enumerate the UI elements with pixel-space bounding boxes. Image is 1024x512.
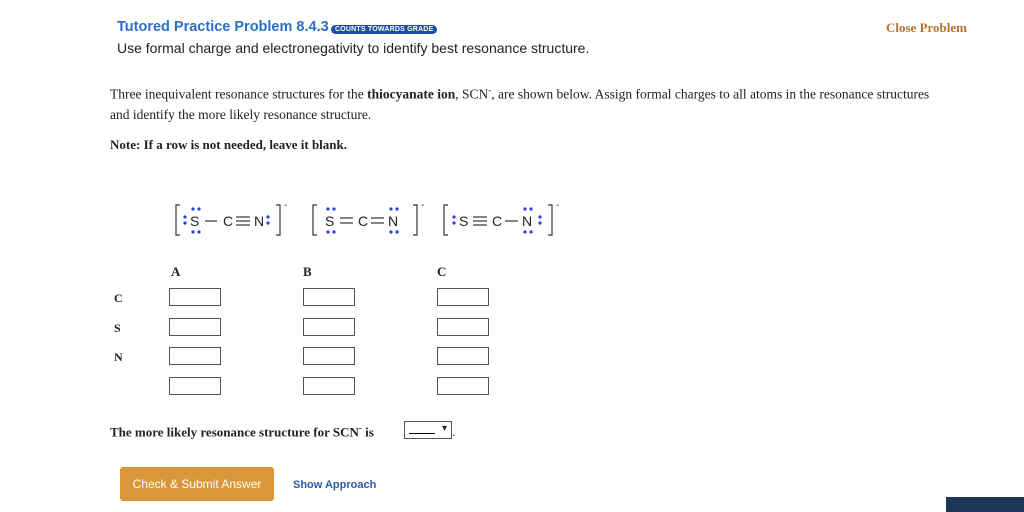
column-header-b: B <box>303 264 312 279</box>
question-period: . <box>452 424 456 439</box>
problem-subtitle: Use formal charge and electronegativity … <box>117 40 590 56</box>
structure-a-charge: - <box>284 200 287 211</box>
problem-statement: Three inequivalent resonance structures … <box>110 80 940 125</box>
column-header-c: C <box>437 264 447 279</box>
resonance-structure-a: - S C N <box>172 200 292 240</box>
formal-charge-input-b-extra[interactable] <box>303 377 355 395</box>
column-header-a: A <box>171 264 181 279</box>
corner-widget <box>946 497 1024 512</box>
formal-charge-input-a-c[interactable] <box>169 288 221 306</box>
row-header-c: C <box>114 291 123 305</box>
select-blank <box>409 433 435 434</box>
atom-c: C <box>223 213 233 229</box>
structure-b-charge: - <box>421 200 424 211</box>
question-text-end: is <box>361 424 374 440</box>
check-submit-button[interactable]: Check & Submit Answer <box>120 467 274 501</box>
formal-charge-input-a-extra[interactable] <box>169 377 221 395</box>
formal-charge-input-b-n[interactable] <box>303 347 355 365</box>
row-header-n: N <box>114 350 123 364</box>
problem-title: Tutored Practice Problem 8.4.3 <box>117 19 329 35</box>
formal-charge-input-c-s[interactable] <box>437 318 489 336</box>
show-approach-link[interactable]: Show Approach <box>293 479 376 491</box>
formal-charge-input-b-s[interactable] <box>303 318 355 336</box>
resonance-structure-b: - S C N <box>309 200 429 240</box>
structure-c-drawing: - S C N <box>443 200 559 236</box>
structure-b-drawing: - S C N <box>312 200 424 236</box>
formal-charge-input-b-c[interactable] <box>303 288 355 306</box>
row-header-s: S <box>114 321 121 335</box>
atom-n: N <box>522 213 532 229</box>
formal-charge-input-a-n[interactable] <box>169 347 221 365</box>
close-problem-link[interactable]: Close Problem <box>886 20 967 36</box>
atom-n: N <box>388 213 398 229</box>
counts-toward-grade-badge: COUNTS TOWARDS GRADE <box>331 25 438 34</box>
question-text: The more likely resonance structure for … <box>110 424 359 440</box>
atom-n: N <box>254 213 264 229</box>
atom-s: S <box>325 213 334 229</box>
statement-text-1: Three inequivalent resonance structures … <box>110 86 368 102</box>
chevron-down-icon: ▾ <box>441 423 447 434</box>
atom-c: C <box>358 213 368 229</box>
statement-text-2: , SCN <box>455 86 489 102</box>
resonance-question: The more likely resonance structure for … <box>110 423 374 440</box>
structure-c-charge: - <box>556 200 559 211</box>
structure-select[interactable]: ▾ <box>404 421 452 439</box>
ion-name: thiocyanate ion <box>367 86 456 102</box>
formal-charge-input-c-c[interactable] <box>437 288 489 306</box>
atom-s: S <box>459 213 468 229</box>
formal-charge-input-c-n[interactable] <box>437 347 489 365</box>
structure-a-drawing: - S C N <box>175 200 287 236</box>
atom-s: S <box>190 213 199 229</box>
resonance-structure-c: - S C N <box>440 200 565 240</box>
note-text: Note: If a row is not needed, leave it b… <box>110 137 348 152</box>
formal-charge-input-a-s[interactable] <box>169 318 221 336</box>
formal-charge-input-c-extra[interactable] <box>437 377 489 395</box>
atom-c: C <box>492 213 502 229</box>
